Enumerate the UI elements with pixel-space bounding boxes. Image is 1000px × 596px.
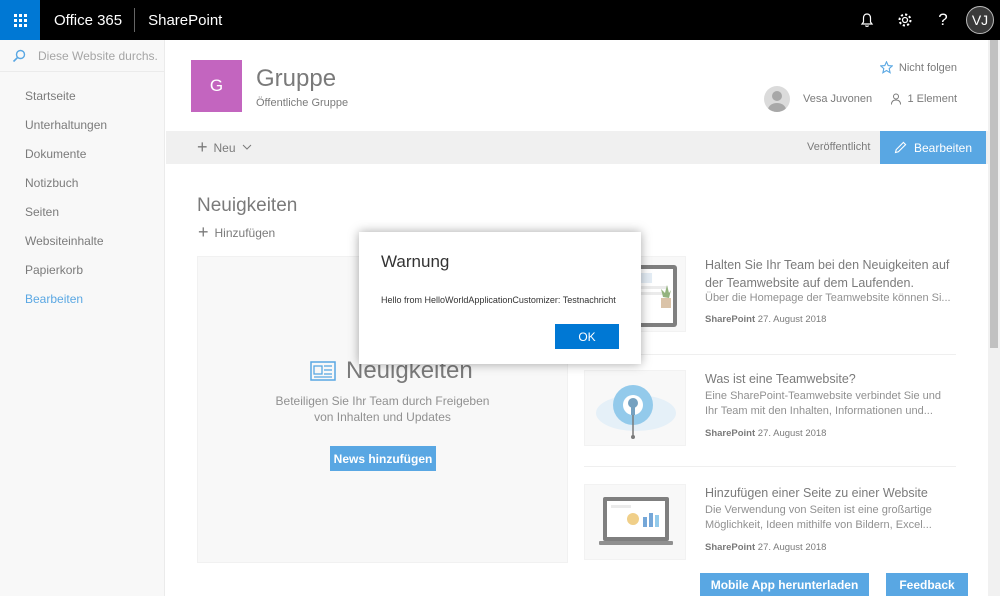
help-button[interactable]: ? bbox=[924, 0, 962, 40]
suite-bar: Office 365 SharePoint ? VJ bbox=[0, 0, 1000, 40]
dialog-ok-button[interactable]: OK bbox=[555, 324, 619, 349]
question-mark-icon: ? bbox=[938, 10, 948, 29]
settings-button[interactable] bbox=[886, 0, 924, 40]
notifications-button[interactable] bbox=[848, 0, 886, 40]
gear-icon bbox=[898, 13, 912, 27]
dialog-message: Hello from HelloWorldApplicationCustomiz… bbox=[381, 295, 616, 305]
warning-dialog: Warnung Hello from HelloWorldApplication… bbox=[359, 232, 641, 364]
app-launcher-button[interactable] bbox=[0, 0, 40, 40]
page-scrollbar[interactable] bbox=[988, 40, 1000, 596]
scrollbar-thumb[interactable] bbox=[990, 40, 998, 348]
office365-brand[interactable]: Office 365 bbox=[40, 12, 134, 29]
user-avatar[interactable]: VJ bbox=[966, 6, 994, 34]
sharepoint-app-name[interactable]: SharePoint bbox=[135, 12, 222, 29]
suite-bar-actions: ? VJ bbox=[848, 0, 1000, 40]
bell-icon bbox=[860, 12, 874, 27]
dialog-title: Warnung bbox=[381, 252, 450, 271]
waffle-icon bbox=[13, 13, 27, 27]
